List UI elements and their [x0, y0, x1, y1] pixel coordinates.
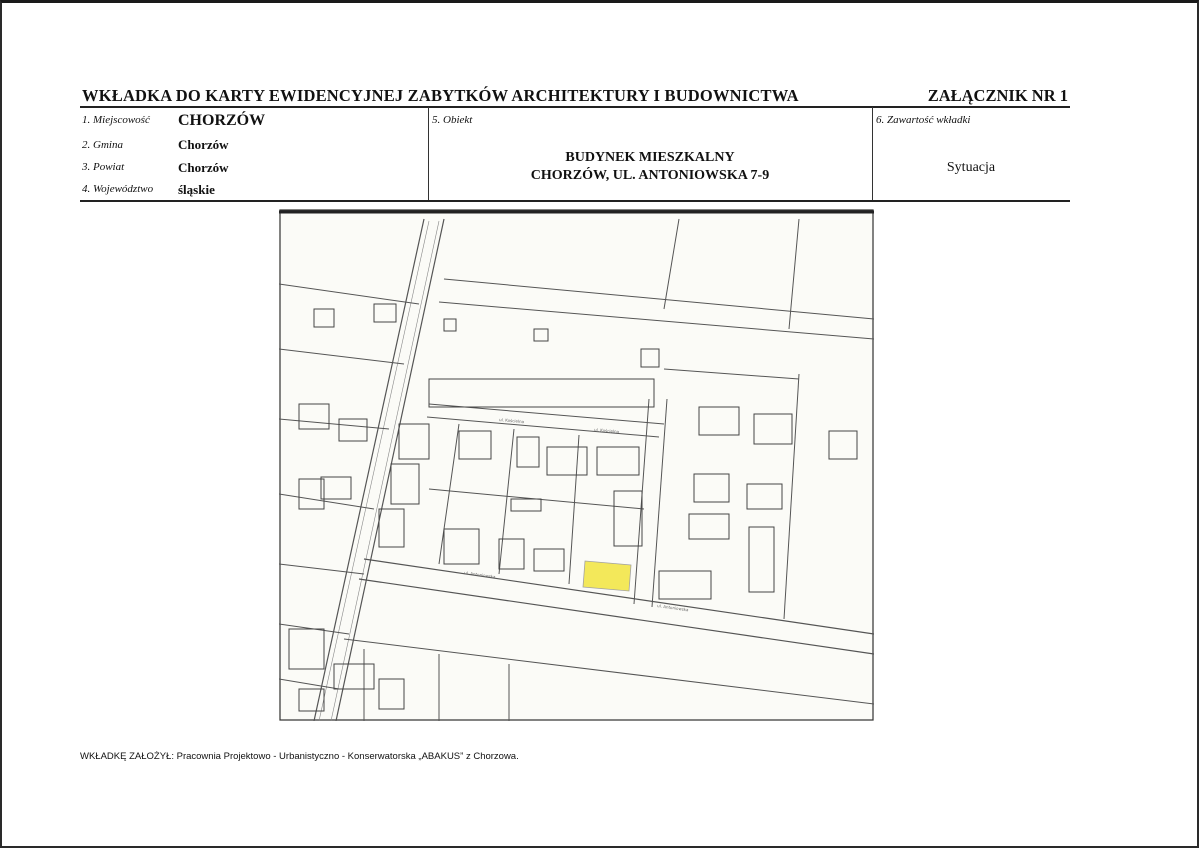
field-value-miejscowosc: CHORZÓW [178, 112, 266, 129]
highlighted-building [582, 560, 632, 592]
svg-text:ul. Antoniowska: ul. Antoniowska [657, 603, 690, 612]
contents-label: 6. Zawartość wkładki [876, 114, 971, 126]
svg-text:ul. Antoniowska: ul. Antoniowska [464, 570, 497, 579]
field-label-wojewodztwo: 4. Województwo [82, 183, 154, 195]
field-label-powiat: 3. Powiat [82, 161, 125, 173]
annex-label: ZAŁĄCZNIK NR 1 [927, 86, 1068, 105]
cadastral-map-drawing: ul. Antoniowska ul. Antoniowska ul. Kośc… [278, 209, 875, 722]
situation-map: ul. Antoniowska ul. Antoniowska ul. Kośc… [278, 209, 875, 722]
field-label-miejscowosc: 1. Miejscowość [82, 114, 150, 126]
svg-text:ul. Kościelna: ul. Kościelna [594, 427, 620, 434]
field-label-gmina: 2. Gmina [82, 139, 123, 151]
header-rule [80, 106, 1070, 108]
header-bottom-rule [80, 200, 1070, 202]
object-address: CHORZÓW, UL. ANTONIOWSKA 7-9 [530, 168, 770, 183]
column-divider [872, 107, 873, 201]
field-value-gmina: Chorzów [178, 137, 229, 152]
field-value-wojewodztwo: śląskie [178, 182, 215, 197]
object-name: BUDYNEK MIESZKALNY [565, 150, 735, 165]
footer-author-note: WKŁADKĘ ZAŁOŻYŁ: Pracownia Projektowo - … [80, 751, 519, 762]
document-title: WKŁADKA DO KARTY EWIDENCYJNEJ ZABYTKÓW A… [82, 86, 799, 105]
object-label: 5. Obiekt [432, 114, 473, 126]
field-value-powiat: Chorzów [178, 160, 229, 175]
contents-value: Sytuacja [946, 160, 996, 175]
